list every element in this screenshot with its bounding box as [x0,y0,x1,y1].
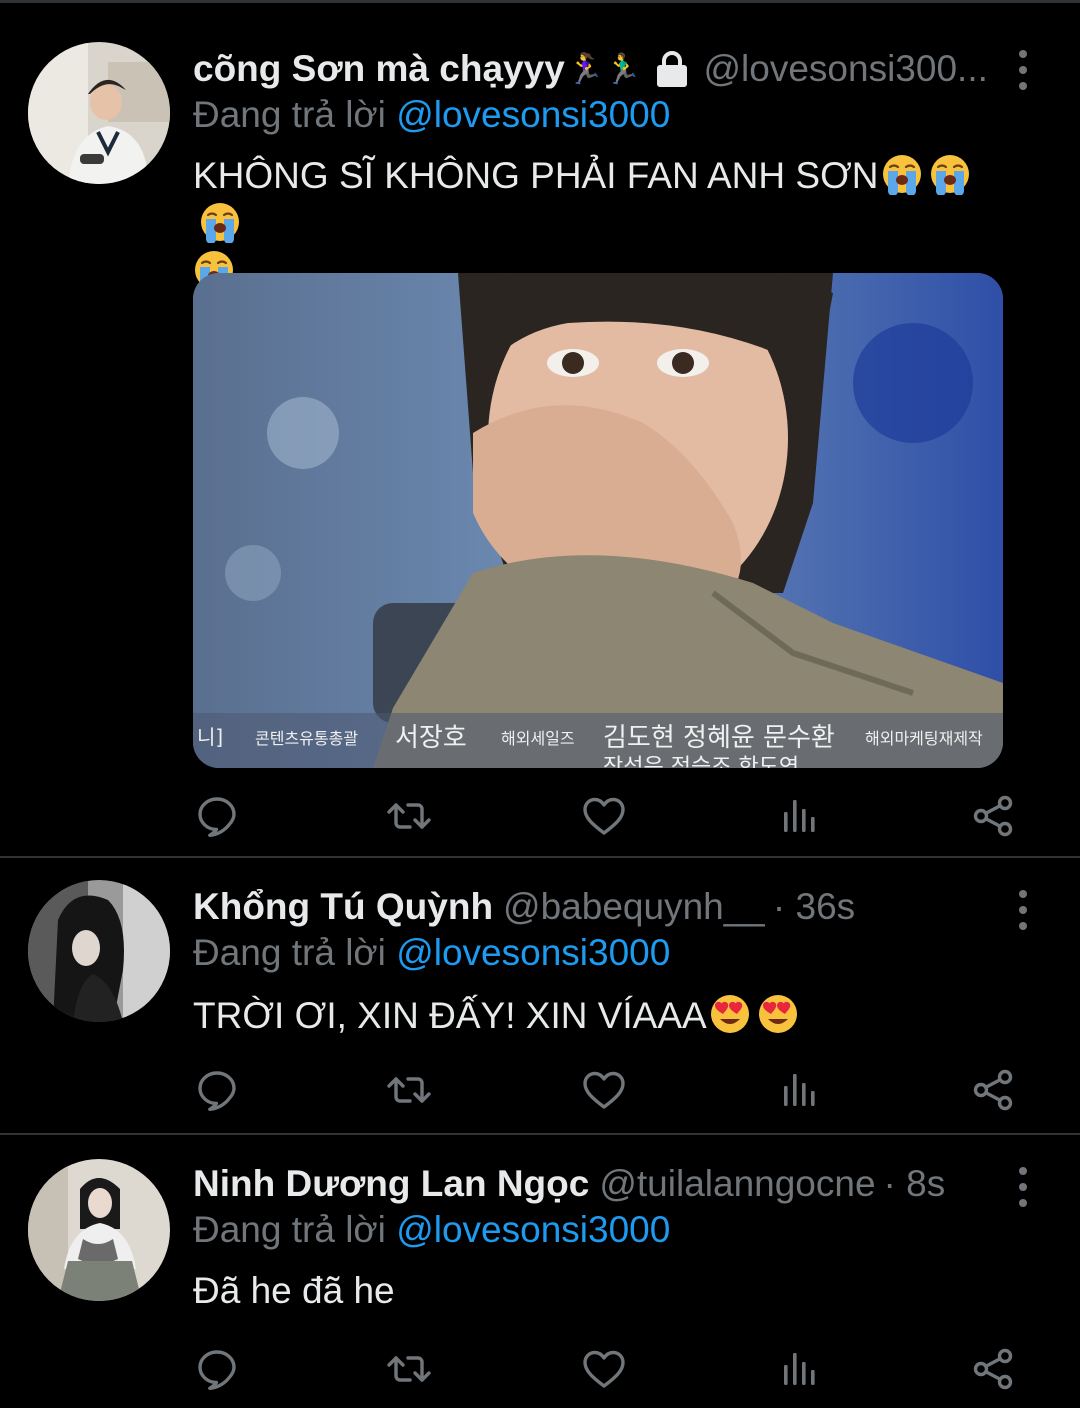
tweet-media-image[interactable]: 니] 콘텐츠유통총괄 서장호 해외세일즈 김도현 정혜윤 문수환 해외마케팅재제… [193,273,1003,768]
tweet-actions [193,1066,1023,1114]
avatar[interactable] [28,1159,170,1301]
analytics-icon[interactable] [775,1066,823,1114]
credit-text: 콘텐츠유통총괄 [255,729,359,748]
share-icon[interactable] [969,1066,1017,1114]
share-icon[interactable] [969,1345,1017,1393]
heart-eyes-face-icon [709,993,751,1035]
like-icon[interactable] [580,792,628,840]
mention-link[interactable]: @lovesonsi3000 [396,94,670,135]
like-icon[interactable] [580,1066,628,1114]
runner-emoji-icon: 🏃‍♀️🏃‍♂️ [566,51,642,87]
avatar[interactable] [28,880,170,1022]
user-handle[interactable]: @tuilalanngocne [599,1163,875,1205]
user-handle[interactable]: @babequynh__ [503,886,765,928]
credit-text: 작성은 정승조 한도연 [603,755,800,768]
avatar[interactable] [28,42,170,184]
display-name[interactable]: Ninh Dương Lan Ngọc [193,1163,589,1205]
replying-to: Đang trả lời @lovesonsi3000 [193,94,670,136]
timestamp[interactable]: · 8s [884,1163,946,1205]
retweet-icon[interactable] [385,1066,433,1114]
replying-prefix: Đang trả lời [193,932,386,973]
tweet-text-content: Đã he đã he [193,1270,395,1311]
tweet-3[interactable]: Ninh Dương Lan Ngọc @tuilalanngocne · 8s… [0,1135,1080,1408]
analytics-icon[interactable] [775,792,823,840]
more-options-icon[interactable] [1008,1167,1038,1207]
credit-text: 서장호 [395,723,467,753]
credit-text: 해외마케팅재제작 [865,729,983,748]
reply-icon[interactable] [193,1066,241,1114]
loudly-crying-face-icon [199,201,241,243]
mention-link[interactable]: @lovesonsi3000 [396,932,670,973]
heart-eyes-face-icon [757,993,799,1035]
lock-icon [654,49,690,89]
replying-to: Đang trả lời @lovesonsi3000 [193,1209,670,1251]
tweet-text: Đã he đã he [193,1267,1013,1315]
tweet-actions [193,792,1023,840]
display-name[interactable]: Khổng Tú Quỳnh [193,886,493,928]
timestamp[interactable]: · 36s [773,886,855,928]
more-options-icon[interactable] [1008,890,1038,930]
reply-icon[interactable] [193,792,241,840]
analytics-icon[interactable] [775,1345,823,1393]
reply-icon[interactable] [193,1345,241,1393]
tweet-text-content: KHÔNG SĨ KHÔNG PHẢI FAN ANH SƠN [193,155,879,196]
loudly-crying-face-icon [929,153,971,195]
tweet-2[interactable]: Khổng Tú Quỳnh @babequynh__ · 36s Đang t… [0,858,1080,1132]
retweet-icon[interactable] [385,792,433,840]
tweet-actions [193,1345,1023,1393]
tweet-header: Ninh Dương Lan Ngọc @tuilalanngocne · 8s [193,1159,990,1209]
mention-link[interactable]: @lovesonsi3000 [396,1209,670,1250]
tweet-header: cõng Sơn mà chạyyy 🏃‍♀️🏃‍♂️ @lovesonsi30… [193,44,990,94]
credit-text: 해외세일즈 [501,729,575,748]
retweet-icon[interactable] [385,1345,433,1393]
replying-to: Đang trả lời @lovesonsi3000 [193,932,670,974]
credit-text: 니] [197,725,224,749]
user-handle[interactable]: @lovesonsi300... [704,48,988,90]
tweet-text-content: TRỜI ƠI, XIN ĐẤY! XIN VÍAAA [193,995,707,1036]
like-icon[interactable] [580,1345,628,1393]
loudly-crying-face-icon [881,153,923,195]
share-icon[interactable] [969,792,1017,840]
tweet-1[interactable]: cõng Sơn mà chạyyy 🏃‍♀️🏃‍♂️ @lovesonsi30… [0,0,1080,856]
more-options-icon[interactable] [1008,50,1038,90]
tweet-text: TRỜI ƠI, XIN ĐẤY! XIN VÍAAA [193,992,1013,1040]
display-name[interactable]: cõng Sơn mà chạyyy [193,48,565,90]
credits-overlay: 니] 콘텐츠유통총괄 서장호 해외세일즈 김도현 정혜윤 문수환 해외마케팅재제… [193,715,1003,768]
tweet-header: Khổng Tú Quỳnh @babequynh__ · 36s [193,882,990,932]
replying-prefix: Đang trả lời [193,94,386,135]
replying-prefix: Đang trả lời [193,1209,386,1250]
